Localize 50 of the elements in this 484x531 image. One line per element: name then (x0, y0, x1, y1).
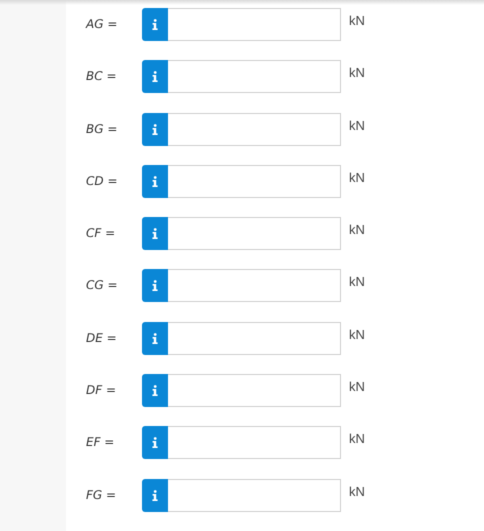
unit-label: kN (349, 378, 365, 396)
unit-label: kN (349, 64, 365, 82)
info-button[interactable] (142, 217, 168, 250)
info-icon (152, 228, 158, 240)
answer-field[interactable] (168, 269, 341, 302)
info-button[interactable] (142, 269, 168, 302)
equation-label: CG = (86, 277, 119, 294)
answer-field[interactable] (168, 164, 341, 198)
unit-label: kN (349, 482, 365, 501)
unit-label: kN (349, 12, 365, 30)
info-icon (152, 19, 158, 30)
answer-field[interactable] (168, 60, 341, 94)
info-icon (152, 490, 158, 501)
answer-field[interactable] (168, 217, 341, 250)
answer-field[interactable] (168, 8, 341, 41)
info-button[interactable] (142, 164, 168, 198)
answer-field[interactable] (168, 478, 341, 512)
info-icon (152, 332, 158, 344)
info-button[interactable] (142, 60, 168, 94)
unit-label: kN (349, 168, 365, 187)
equation-label: DF = (86, 382, 118, 400)
equation-label: AG = (86, 16, 118, 33)
info-icon (152, 71, 158, 82)
info-icon (152, 437, 158, 448)
answer-field[interactable] (168, 374, 341, 408)
answer-field[interactable] (168, 112, 341, 146)
answer-field[interactable] (168, 322, 341, 355)
info-icon (152, 176, 158, 187)
info-button[interactable] (142, 426, 168, 460)
info-button[interactable] (142, 322, 168, 355)
equation-label: FG = (86, 486, 118, 504)
equation-label: BG = (86, 120, 118, 138)
info-button[interactable] (142, 112, 168, 146)
answer-field[interactable] (168, 426, 341, 460)
unit-label: kN (349, 326, 365, 344)
unit-label: kN (349, 273, 365, 292)
equation-label: DE = (86, 330, 118, 347)
unit-label: kN (349, 430, 365, 448)
equation-label: CF = (86, 225, 116, 242)
info-button[interactable] (142, 8, 168, 41)
equation-label: CD = (86, 172, 118, 190)
info-icon (152, 280, 158, 292)
info-button[interactable] (142, 374, 168, 408)
equation-label: EF = (86, 434, 116, 452)
unit-label: kN (349, 116, 365, 135)
equation-label: BC = (86, 68, 118, 86)
info-icon (152, 124, 158, 135)
info-icon (152, 385, 158, 396)
unit-label: kN (349, 221, 365, 240)
info-button[interactable] (142, 478, 168, 512)
